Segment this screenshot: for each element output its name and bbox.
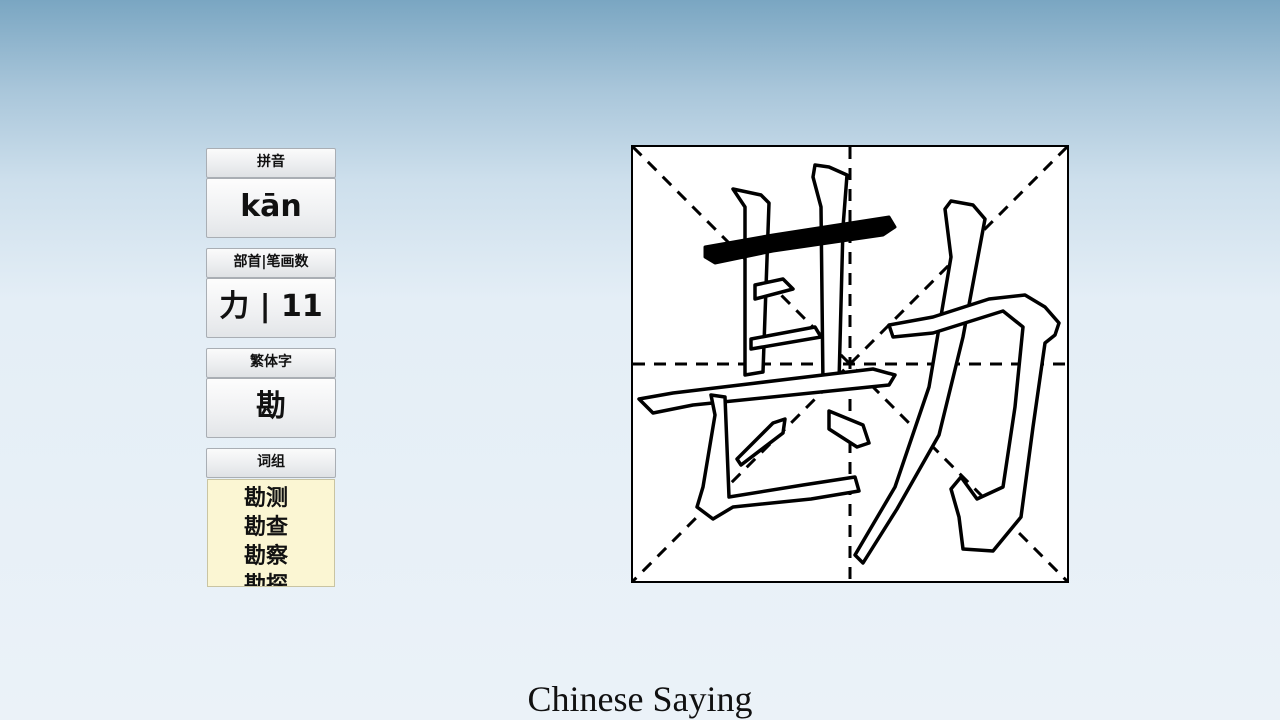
traditional-value[interactable]: 勘 xyxy=(206,378,336,438)
list-item: 勘察 xyxy=(244,544,289,569)
list-item: 勘探 xyxy=(244,573,289,587)
stroke-inner-horizontal-1 xyxy=(753,277,795,301)
list-item: 勘查 xyxy=(244,515,289,540)
stroke-highlight-horizontal xyxy=(703,215,897,265)
pinyin-value[interactable]: kān xyxy=(206,178,336,238)
traditional-label[interactable]: 繁体字 xyxy=(206,348,336,378)
stroke-inner-dot-2 xyxy=(827,409,871,449)
stroke-right-vertical xyxy=(811,163,849,387)
character-stroke-canvas xyxy=(633,147,1067,581)
stroke-inner-dot-1 xyxy=(735,417,787,467)
words-list[interactable]: 勘测 勘查 勘察 勘探 xyxy=(207,479,335,587)
radical-strokes-value[interactable]: 力 | 11 xyxy=(206,278,336,338)
words-label[interactable]: 词组 xyxy=(206,448,336,478)
caption-text: Chinese Saying xyxy=(527,679,753,719)
writing-grid xyxy=(631,145,1069,583)
stroke-li-hook xyxy=(887,293,1061,553)
pinyin-label[interactable]: 拼音 xyxy=(206,148,336,178)
stroke-lower-horizontal xyxy=(637,367,897,415)
radical-strokes-label[interactable]: 部首|笔画数 xyxy=(206,248,336,278)
list-item: 勘测 xyxy=(244,486,289,511)
